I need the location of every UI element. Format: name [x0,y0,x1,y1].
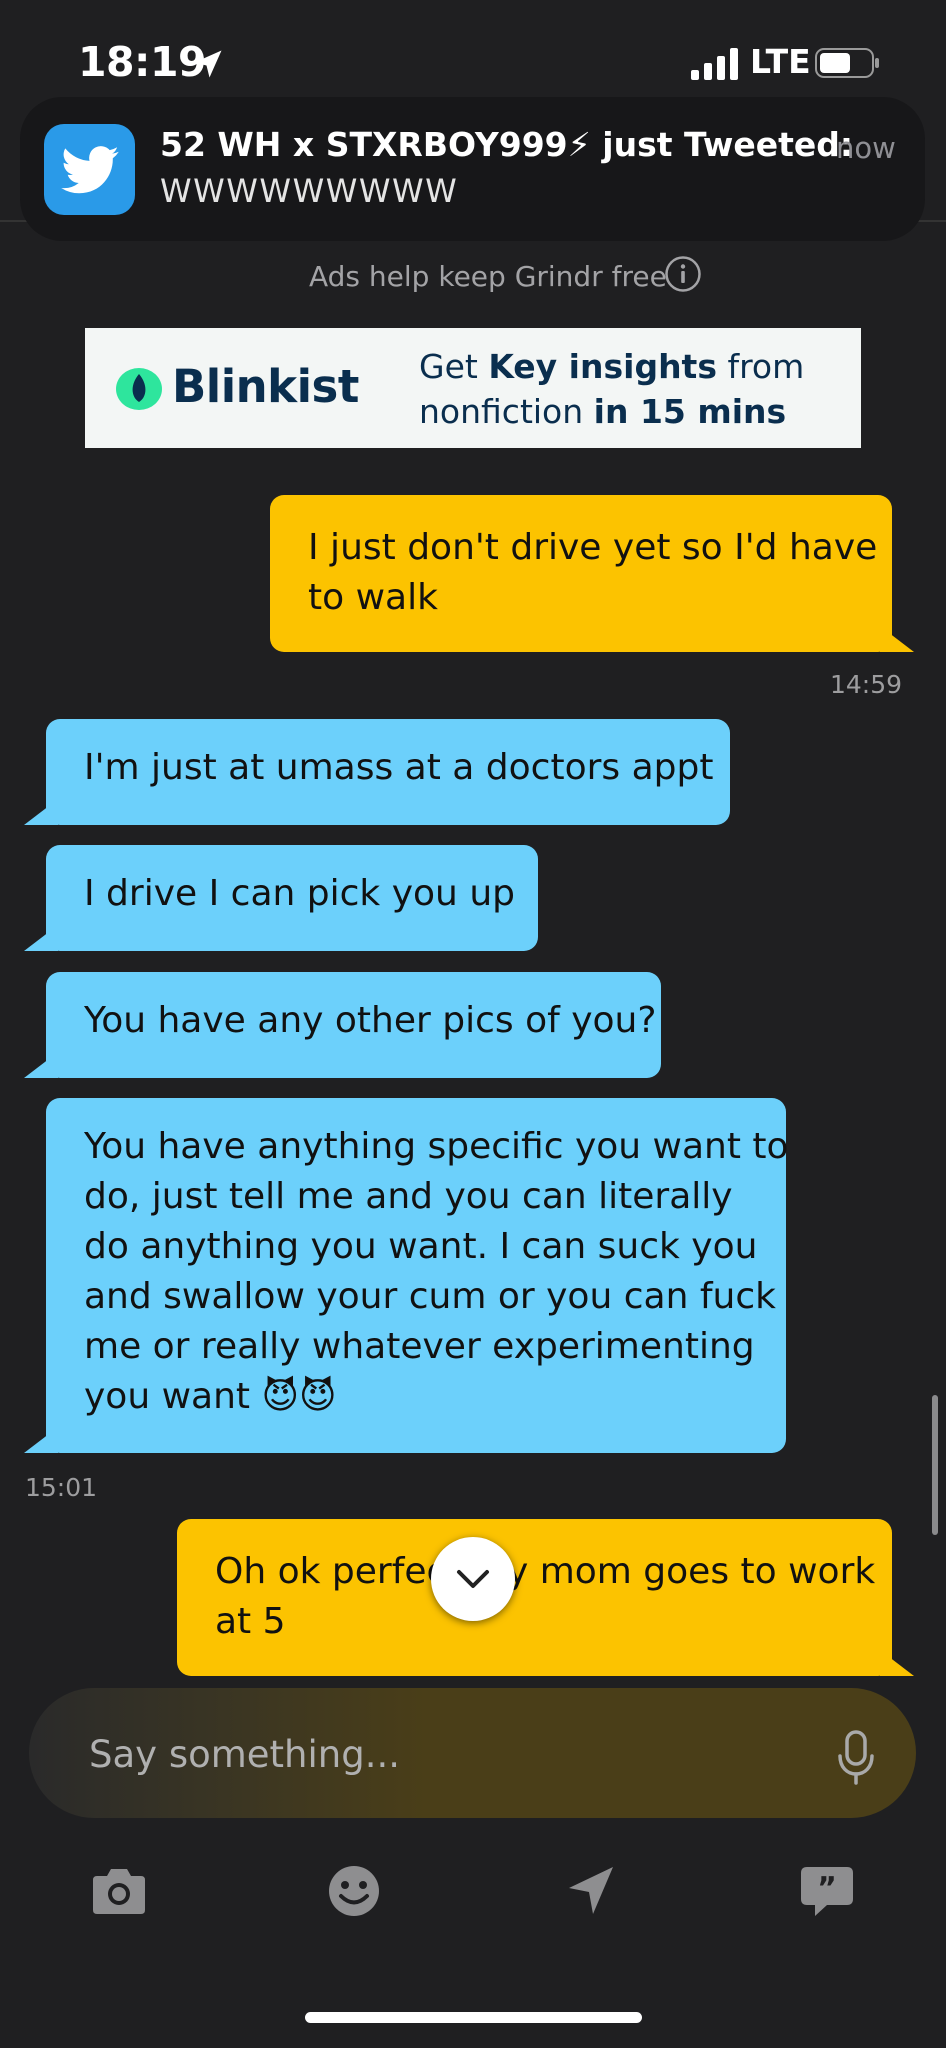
ad-copy: Get Key insights from nonfiction in 15 m… [419,347,805,431]
message-line: Oh ok perfect my mom goes to work [215,1551,876,1592]
message-line: me or really whatever experimenting [84,1326,755,1367]
chevron-down-icon [457,1570,489,1588]
location-send-icon[interactable] [561,1862,621,1920]
bubble-tail [24,1052,58,1078]
blinkist-leaf-icon [116,368,162,410]
message-bubble-outgoing[interactable]: Oh ok perfect my mom goes to work at 5 [177,1519,892,1676]
status-time: 18:19 [78,38,207,86]
message-line: I'm just at umass at a doctors appt [84,747,714,788]
svg-text:”: ” [817,1871,837,1906]
emoji-icon[interactable] [324,1862,384,1920]
notification-body: WWWWWWWWW [160,172,459,210]
location-arrow-icon [194,50,222,78]
message-line: and swallow your cum or you can fuck [84,1276,776,1317]
message-timestamp: 15:01 [25,1473,98,1502]
bubble-tail [24,1427,58,1453]
twitter-app-icon [44,124,135,215]
message-line: at 5 [215,1601,286,1642]
bubble-tail [880,1650,914,1676]
microphone-icon[interactable] [836,1730,876,1786]
ad-brand: Blinkist [172,360,359,413]
message-bubble-incoming[interactable]: I'm just at umass at a doctors appt [46,719,730,825]
twitter-bird-icon [60,145,119,193]
saved-phrases-icon[interactable]: ” [797,1862,857,1920]
network-type: LTE [750,42,811,81]
message-composer [29,1688,916,1820]
scroll-indicator[interactable] [932,1395,938,1535]
message-bubble-incoming[interactable]: You have anything specific you want to d… [46,1098,789,1453]
notification-title: 52 WH x STXRBOY999⚡ just Tweeted: [160,125,854,164]
message-timestamp: 14:59 [830,670,903,699]
bubble-tail [880,626,914,652]
message-line: you want 😈😈 [84,1376,337,1417]
home-indicator[interactable] [305,2012,642,2023]
notification-time: now [836,131,896,165]
ads-notice: Ads help keep Grindr free [309,260,667,293]
camera-icon[interactable] [89,1862,149,1920]
message-line: do, just tell me and you can literally [84,1176,733,1217]
bubble-tail [24,925,58,951]
scroll-to-bottom-button[interactable] [431,1537,515,1621]
message-line: I just don't drive yet so I'd have [308,527,878,568]
message-line: I drive I can pick you up [84,873,515,914]
message-line: do anything you want. I can suck you [84,1226,758,1267]
cellular-signal-icon [691,48,738,80]
message-line: You have any other pics of you? [84,1000,657,1041]
battery-icon [815,48,879,78]
message-line: You have anything specific you want to [84,1126,789,1167]
push-notification[interactable] [20,97,925,241]
bubble-tail [24,799,58,825]
message-input[interactable] [87,1688,831,1820]
message-bubble-outgoing[interactable]: I just don't drive yet so I'd have to wa… [270,495,892,652]
info-icon[interactable] [664,255,702,293]
message-bubble-incoming[interactable]: I drive I can pick you up [46,845,538,951]
message-bubble-incoming[interactable]: You have any other pics of you? [46,972,661,1078]
message-line: to walk [308,577,438,618]
